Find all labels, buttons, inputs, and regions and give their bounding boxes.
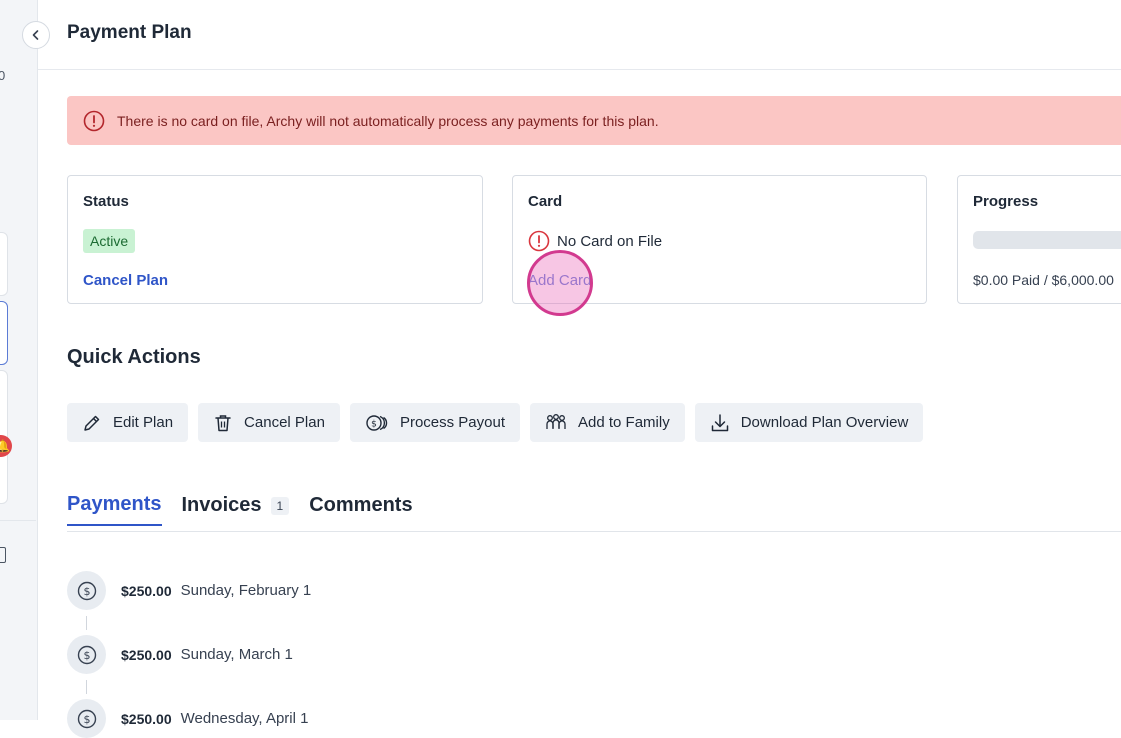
dollar-circle-icon: $: [67, 699, 106, 738]
cancel-plan-label: Cancel Plan: [244, 414, 325, 431]
tabs-divider: [67, 531, 1121, 532]
download-plan-overview-label: Download Plan Overview: [740, 414, 909, 431]
progress-card-title: Progress: [973, 193, 1039, 210]
dollar-circle-icon: $: [67, 571, 106, 610]
svg-text:$: $: [371, 419, 377, 429]
click-indicator: [527, 250, 593, 316]
sidebar-partial-text: 0: [0, 68, 6, 83]
plan-tabs: Payments Invoices 1 Comments: [67, 493, 433, 526]
add-to-family-button[interactable]: Add to Family: [530, 403, 685, 442]
progress-summary: $0.00 Paid / $6,000.00: [973, 272, 1114, 288]
calendar-icon[interactable]: [0, 547, 6, 563]
chevron-left-icon: [32, 30, 39, 40]
sidebar-divider: [0, 520, 36, 521]
family-icon: [546, 413, 566, 429]
cancel-plan-button[interactable]: Cancel Plan: [198, 403, 340, 442]
left-sidebar-strip: 0 🔔: [0, 0, 38, 720]
alert-message: There is no card on file, Archy will not…: [117, 112, 659, 129]
status-badge: Active: [83, 229, 136, 253]
payment-date: Sunday, February 1: [180, 582, 312, 599]
card-card-title: Card: [528, 193, 563, 210]
no-card-status: No Card on File: [528, 230, 662, 252]
sidebar-card[interactable]: [0, 232, 8, 296]
timeline-connector: [86, 616, 87, 630]
payment-date: Sunday, March 1: [180, 646, 293, 663]
quick-actions-title: Quick Actions: [67, 346, 201, 368]
download-icon: [711, 413, 728, 431]
svg-text:$: $: [83, 585, 90, 598]
payment-row: $ $250.00 Sunday, March 1: [67, 635, 293, 674]
trash-icon: [215, 414, 231, 431]
sidebar-card-selected[interactable]: [0, 301, 8, 365]
payment-row: $ $250.00 Sunday, February 1: [67, 571, 311, 610]
tab-payments[interactable]: Payments: [67, 493, 162, 526]
pencil-icon: [84, 415, 100, 431]
svg-text:$: $: [83, 649, 90, 662]
progress-bar: [973, 231, 1121, 249]
svg-text:$: $: [83, 713, 90, 726]
quick-actions-bar: Edit Plan Cancel Plan $ Process Payout A…: [67, 403, 933, 442]
notification-bell-icon[interactable]: 🔔: [0, 435, 12, 457]
payment-amount: $250.00: [121, 710, 172, 727]
alert-circle-icon: [83, 110, 105, 131]
cancel-plan-link[interactable]: Cancel Plan: [83, 272, 168, 289]
timeline-connector: [86, 680, 87, 694]
edit-plan-button[interactable]: Edit Plan: [67, 403, 189, 442]
payment-amount: $250.00: [121, 582, 172, 599]
payment-amount: $250.00: [121, 646, 172, 663]
tab-payments-label: Payments: [67, 493, 162, 515]
tab-comments-label: Comments: [309, 494, 413, 516]
status-card: Status Active Cancel Plan: [67, 175, 483, 304]
money-icon: $: [366, 414, 388, 431]
download-plan-overview-button[interactable]: Download Plan Overview: [694, 403, 924, 442]
no-card-alert: There is no card on file, Archy will not…: [67, 96, 1121, 145]
status-card-title: Status: [83, 193, 129, 210]
progress-card: Progress $0.00 Paid / $6,000.00: [957, 175, 1121, 304]
add-to-family-label: Add to Family: [578, 414, 670, 431]
header-divider: [38, 69, 1121, 70]
payment-row: $ $250.00 Wednesday, April 1: [67, 699, 308, 738]
invoices-count-badge: 1: [270, 496, 290, 515]
tab-invoices[interactable]: Invoices 1: [182, 494, 290, 525]
collapse-sidebar-button[interactable]: [22, 21, 50, 49]
tab-invoices-label: Invoices: [181, 494, 262, 516]
tab-comments[interactable]: Comments: [309, 494, 412, 525]
warning-circle-icon: [528, 230, 550, 252]
process-payout-button[interactable]: $ Process Payout: [349, 403, 520, 442]
payment-date: Wednesday, April 1: [180, 710, 309, 727]
page-title: Payment Plan: [67, 22, 192, 43]
no-card-text: No Card on File: [557, 232, 663, 250]
process-payout-label: Process Payout: [399, 414, 505, 431]
dollar-circle-icon: $: [67, 635, 106, 674]
edit-plan-label: Edit Plan: [113, 414, 174, 431]
